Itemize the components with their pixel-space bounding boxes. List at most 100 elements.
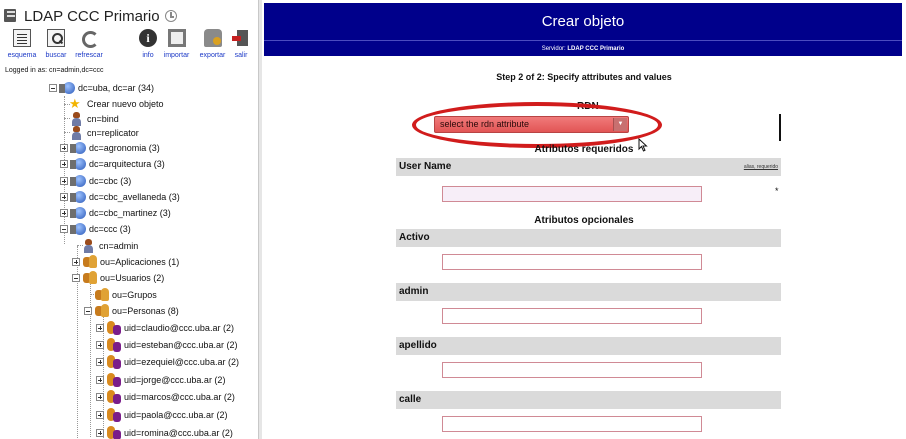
tree-node[interactable]: ou=Personas (8): [84, 303, 179, 319]
tree-node[interactable]: uid=claudio@ccc.uba.ar (2): [96, 320, 234, 336]
attr-label: User Name: [399, 161, 452, 172]
tree-node-label[interactable]: cn=replicator: [87, 128, 139, 138]
expand-icon[interactable]: [60, 160, 68, 168]
export-icon: [203, 29, 222, 47]
expand-icon[interactable]: [60, 144, 68, 152]
tree-node[interactable]: cn=replicator: [69, 125, 139, 141]
refresh-button[interactable]: refrescar: [71, 29, 107, 59]
tree-node[interactable]: dc=cbc (3): [60, 173, 131, 189]
highlight-ellipse: [412, 102, 662, 148]
tree-node-label[interactable]: dc=ccc (3): [89, 224, 131, 234]
info-button[interactable]: i info: [139, 29, 157, 59]
tree-node[interactable]: ou=Usuarios (2): [72, 270, 164, 286]
tree-node-label[interactable]: dc=uba, dc=ar (34): [78, 83, 154, 93]
search-label[interactable]: buscar: [41, 52, 71, 59]
clock-icon[interactable]: [164, 10, 177, 22]
tree-node-label[interactable]: ou=Aplicaciones (1): [100, 257, 179, 267]
server-prefix: Servidor:: [541, 46, 566, 52]
tree-node-label[interactable]: uid=marcos@ccc.uba.ar (2): [124, 392, 235, 402]
refresh-label[interactable]: refrescar: [71, 52, 107, 59]
collapse-icon[interactable]: [49, 84, 57, 92]
domain-icon: [70, 190, 86, 204]
expand-icon[interactable]: [60, 209, 68, 217]
export-label[interactable]: exportar: [195, 52, 230, 59]
tree-node[interactable]: cn=admin: [81, 238, 138, 254]
tree-node-label[interactable]: cn=admin: [99, 241, 138, 251]
org-unit-icon: [82, 271, 97, 285]
tree-node-label[interactable]: dc=arquitectura (3): [89, 159, 165, 169]
tree-node-label[interactable]: ou=Usuarios (2): [100, 273, 164, 283]
user-icon: [106, 390, 121, 404]
tree-node[interactable]: ou=Aplicaciones (1): [72, 254, 179, 270]
tree-node-label[interactable]: dc=cbc (3): [89, 176, 131, 186]
attr-row-calle: calle: [396, 391, 781, 409]
sidebar: LDAP CCC Primario esquema buscar refresc…: [0, 0, 258, 439]
export-button[interactable]: exportar: [195, 29, 230, 59]
collapse-icon[interactable]: [84, 307, 92, 315]
tree-node-label[interactable]: uid=jorge@ccc.uba.ar (2): [124, 375, 225, 385]
server-title[interactable]: LDAP CCC Primario: [24, 8, 160, 25]
search-button[interactable]: buscar: [41, 29, 71, 59]
import-button[interactable]: importar: [159, 29, 194, 59]
tree-node-label[interactable]: uid=esteban@ccc.uba.ar (2): [124, 340, 237, 350]
collapse-icon[interactable]: [72, 274, 80, 282]
org-unit-icon: [94, 304, 109, 318]
expand-icon[interactable]: [96, 429, 104, 437]
person-icon: [81, 239, 96, 253]
user-icon: [106, 408, 121, 422]
expand-icon[interactable]: [96, 411, 104, 419]
star-icon: ★: [69, 96, 81, 111]
tree-node[interactable]: dc=agronomia (3): [60, 140, 160, 156]
domain-icon: [70, 157, 86, 171]
tree-node[interactable]: dc=uba, dc=ar (34): [49, 80, 154, 96]
tree-node[interactable]: uid=jorge@ccc.uba.ar (2): [96, 372, 225, 388]
tree-node-label[interactable]: uid=claudio@ccc.uba.ar (2): [124, 323, 234, 333]
domain-icon: [70, 141, 86, 155]
tree-node-label[interactable]: uid=romina@ccc.uba.ar (2): [124, 428, 233, 438]
tree-node-label[interactable]: Crear nuevo objeto: [87, 99, 164, 109]
tree-node[interactable]: ou=Grupos: [94, 287, 157, 303]
logout-button[interactable]: salir: [231, 29, 251, 59]
tree-node-label[interactable]: cn=bind: [87, 114, 119, 124]
expand-icon[interactable]: [96, 358, 104, 366]
attr-label: Activo: [399, 232, 430, 243]
expand-icon[interactable]: [96, 376, 104, 384]
tree-node-label[interactable]: dc=cbc_avellaneda (3): [89, 192, 180, 202]
tree-node[interactable]: uid=marcos@ccc.uba.ar (2): [96, 389, 235, 405]
tree-node-label[interactable]: uid=ezequiel@ccc.uba.ar (2): [124, 357, 239, 367]
required-marker: *: [775, 186, 779, 196]
tree-node-label[interactable]: dc=agronomia (3): [89, 143, 160, 153]
logout-label[interactable]: salir: [231, 52, 251, 59]
apellido-field[interactable]: [442, 362, 702, 378]
username-field[interactable]: [442, 186, 702, 202]
user-icon: [106, 373, 121, 387]
tree-node-label[interactable]: ou=Personas (8): [112, 306, 179, 316]
calle-field[interactable]: [442, 416, 702, 432]
tree-node[interactable]: uid=esteban@ccc.uba.ar (2): [96, 337, 237, 353]
expand-icon[interactable]: [96, 324, 104, 332]
expand-icon[interactable]: [72, 258, 80, 266]
tree-node[interactable]: dc=cbc_avellaneda (3): [60, 189, 180, 205]
tree-node[interactable]: dc=cbc_martinez (3): [60, 205, 171, 221]
expand-icon[interactable]: [60, 177, 68, 185]
tree-node-label[interactable]: uid=paola@ccc.uba.ar (2): [124, 410, 227, 420]
schema-label[interactable]: esquema: [4, 52, 40, 59]
tree-node-label[interactable]: ou=Grupos: [112, 290, 157, 300]
tree-node[interactable]: uid=romina@ccc.uba.ar (2): [96, 425, 233, 439]
expand-icon[interactable]: [96, 341, 104, 349]
schema-button[interactable]: esquema: [4, 29, 40, 59]
tree-node[interactable]: ★ Crear nuevo objeto: [69, 96, 164, 112]
tree-node[interactable]: dc=ccc (3): [60, 221, 131, 237]
info-label[interactable]: info: [139, 52, 157, 59]
admin-field[interactable]: [442, 308, 702, 324]
expand-icon[interactable]: [60, 193, 68, 201]
import-label[interactable]: importar: [159, 52, 194, 59]
tree-node[interactable]: dc=arquitectura (3): [60, 156, 165, 172]
tree-node[interactable]: uid=ezequiel@ccc.uba.ar (2): [96, 354, 239, 370]
server-header[interactable]: LDAP CCC Primario: [2, 6, 177, 26]
activo-field[interactable]: [442, 254, 702, 270]
collapse-icon[interactable]: [60, 225, 68, 233]
tree-node-label[interactable]: dc=cbc_martinez (3): [89, 208, 171, 218]
expand-icon[interactable]: [96, 393, 104, 401]
tree-node[interactable]: uid=paola@ccc.uba.ar (2): [96, 407, 227, 423]
